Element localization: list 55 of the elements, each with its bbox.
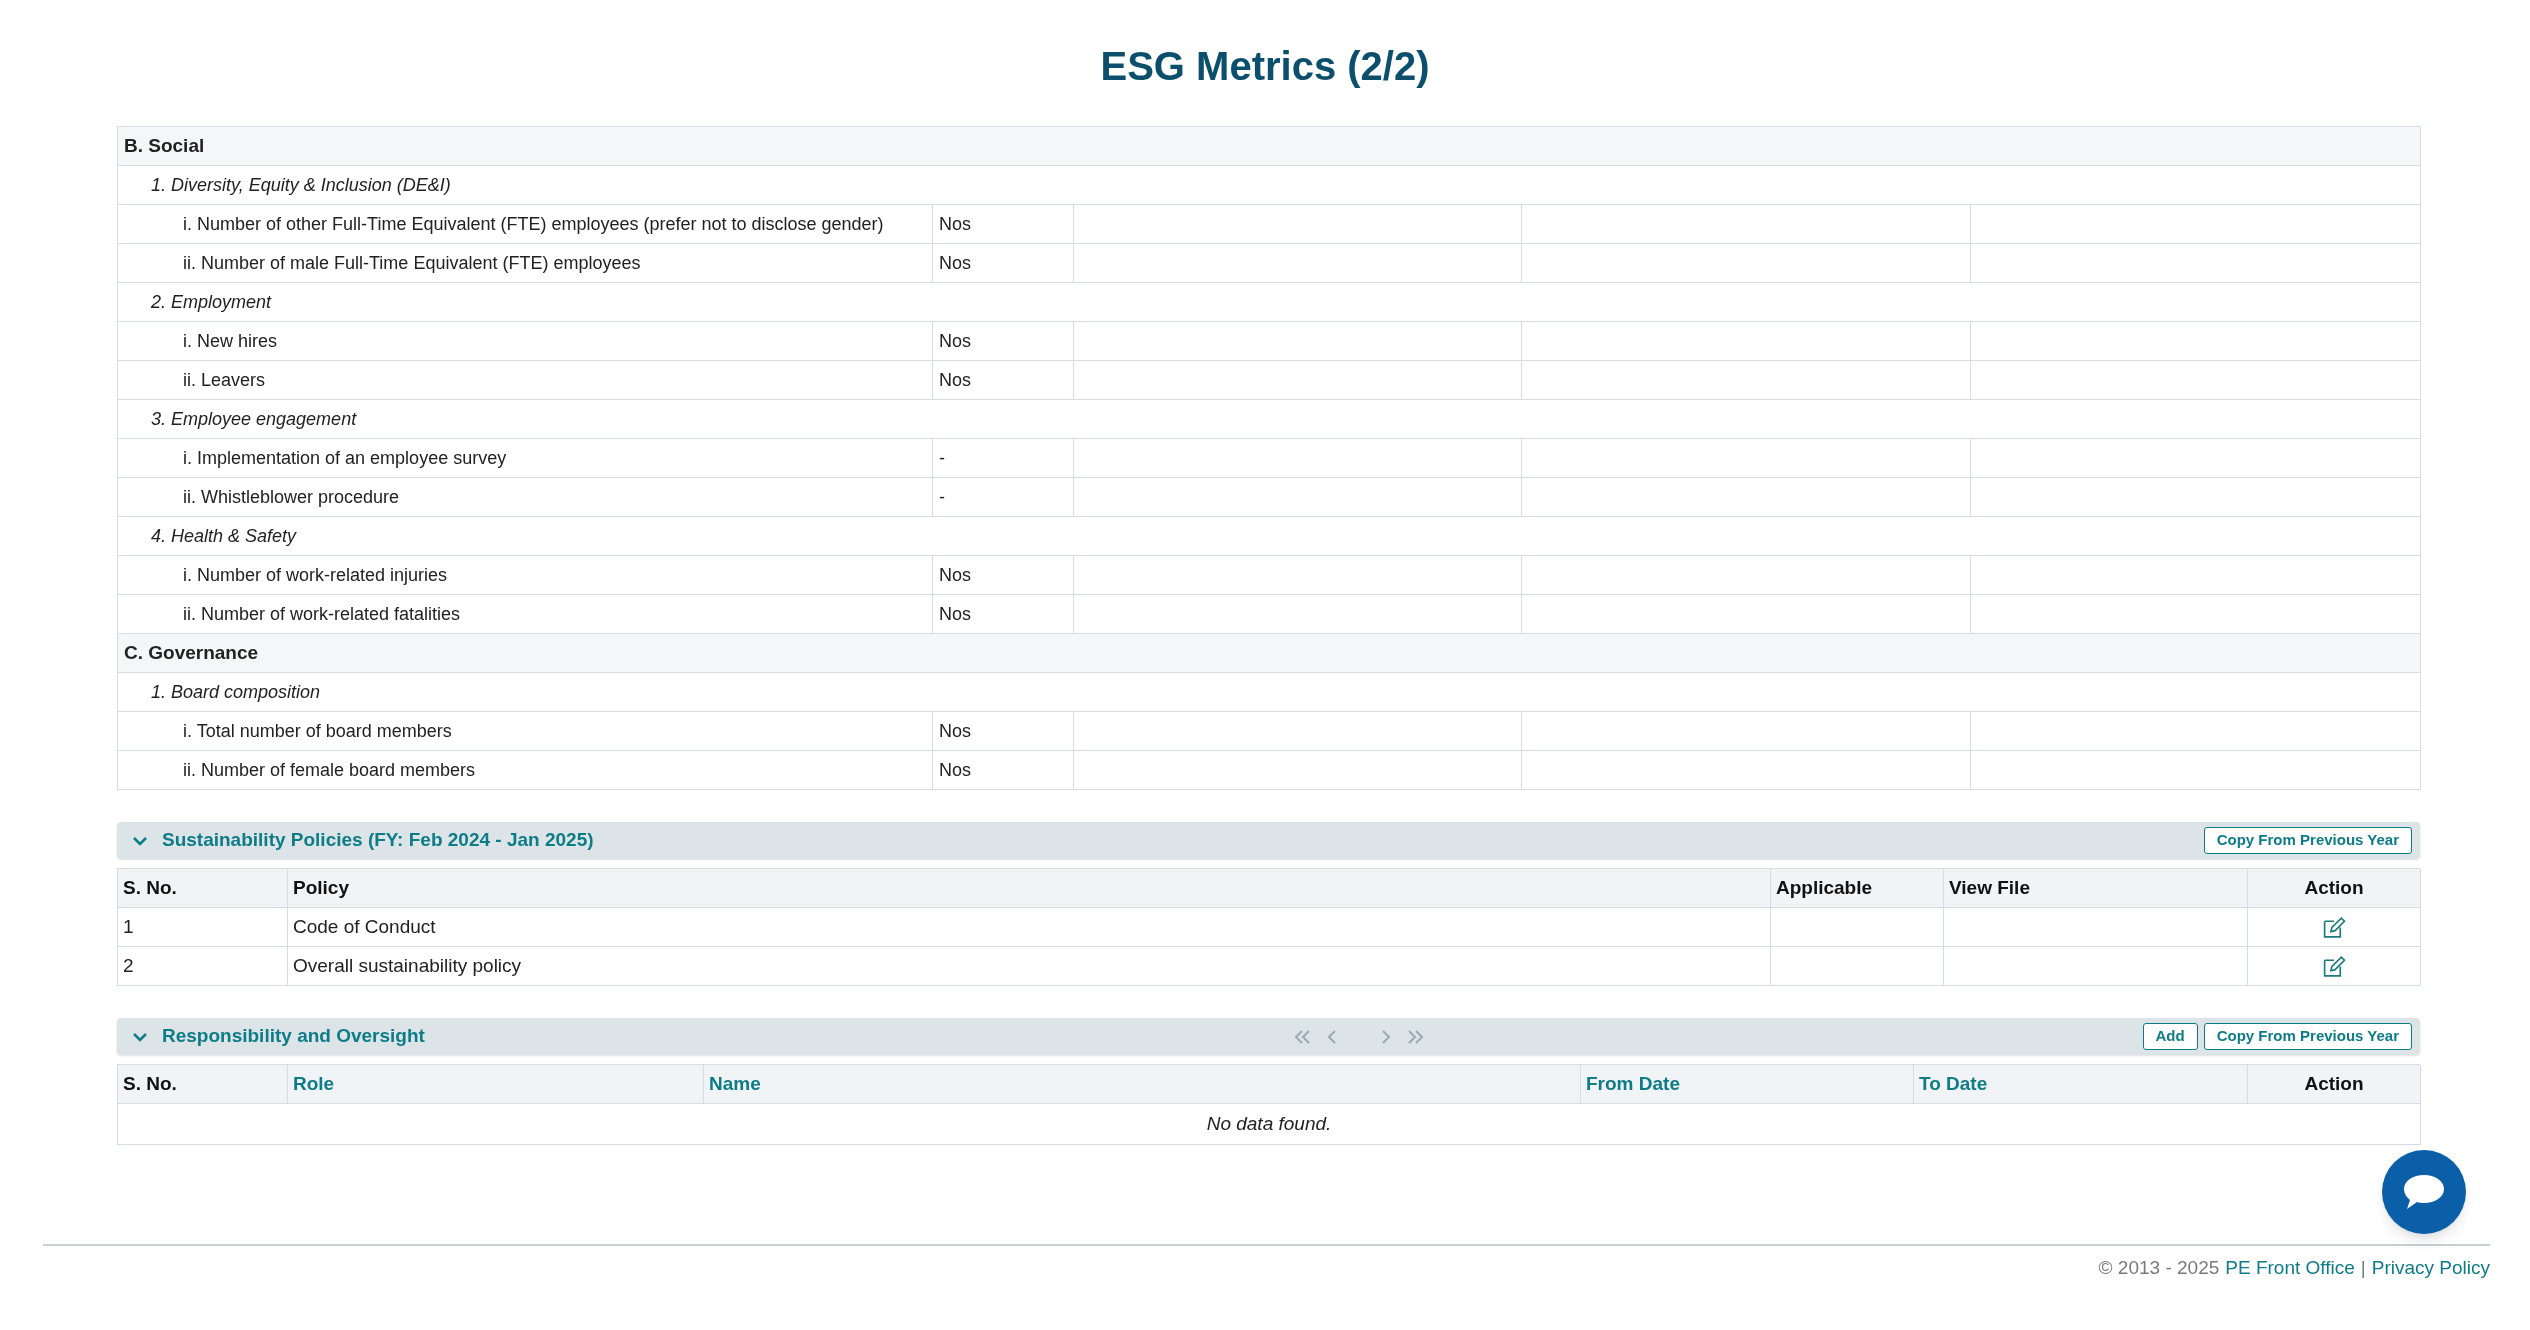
speech-bubble-icon: [2402, 1173, 2446, 1211]
separator-text: |: [2360, 1256, 2366, 1280]
metric-label: i. New hires: [183, 329, 278, 353]
metric-label: ii. Whistleblower procedure: [183, 485, 400, 509]
section-title: Responsibility and Oversight: [162, 1024, 425, 1049]
group-heading: 3. Employee engagement: [151, 407, 357, 431]
page-title: ESG Metrics (2/2): [1100, 46, 1430, 86]
policy-name: Overall sustainability policy: [293, 953, 522, 978]
privacy-link[interactable]: Privacy Policy: [2371, 1254, 2490, 1283]
unit-label: Nos: [939, 758, 971, 782]
metric-label: ii. Number of work-related fatalities: [183, 602, 461, 626]
group-heading: 1. Diversity, Equity & Inclusion (DE&I): [151, 173, 451, 197]
metric-label: ii. Number of female board members: [183, 758, 476, 782]
column-header: Applicable: [1776, 875, 1873, 900]
unit-label: Nos: [939, 602, 971, 626]
metric-label: i. Number of work-related injuries: [183, 563, 448, 587]
edit-icon[interactable]: [2321, 954, 2347, 978]
metric-label: i. Number of other Full-Time Equivalent (FTE) employees (prefer not to disclose gender): [183, 212, 884, 236]
unit-label: Nos: [939, 719, 971, 743]
unit-label: -: [939, 485, 945, 509]
header-button[interactable]: Copy From Previous Year: [2203, 1023, 2412, 1050]
section-heading: C. Governance: [124, 640, 259, 665]
metric-label: i. Total number of board members: [183, 719, 452, 743]
group-heading: 2. Employment: [151, 290, 272, 314]
metric-label: ii. Leavers: [183, 368, 266, 392]
row-number: 1: [123, 914, 134, 939]
unit-label: Nos: [939, 368, 971, 392]
column-header: Action: [2304, 875, 2364, 900]
metric-label: i. Implementation of an employee survey: [183, 446, 507, 470]
section-heading: B. Social: [124, 133, 205, 158]
unit-label: Nos: [939, 251, 971, 275]
group-heading: 1. Board composition: [151, 680, 321, 704]
unit-label: -: [939, 446, 945, 470]
column-header: Action: [2304, 1071, 2364, 1096]
column-header[interactable]: Role: [293, 1069, 335, 1099]
column-header[interactable]: Name: [709, 1069, 761, 1099]
empty-message: No data found.: [1206, 1111, 1332, 1136]
metric-label: ii. Number of male Full-Time Equivalent (FTE) employees: [183, 251, 641, 275]
column-header: S. No.: [123, 875, 177, 900]
unit-label: Nos: [939, 212, 971, 236]
column-header: View File: [1949, 875, 2030, 900]
copyright-text: © 2013 - 2025: [2098, 1256, 2220, 1280]
unit-label: Nos: [939, 563, 971, 587]
header-button[interactable]: Add: [2142, 1023, 2198, 1050]
policy-name: Code of Conduct: [293, 914, 436, 939]
header-button[interactable]: Copy From Previous Year: [2203, 827, 2412, 854]
unit-label: Nos: [939, 329, 971, 353]
edit-icon[interactable]: [2321, 915, 2347, 939]
column-header[interactable]: To Date: [1919, 1069, 1988, 1099]
company-link[interactable]: PE Front Office: [2225, 1254, 2355, 1283]
group-heading: 4. Health & Safety: [151, 524, 297, 548]
column-header: S. No.: [123, 1071, 177, 1096]
row-number: 2: [123, 953, 134, 978]
column-header: Policy: [293, 875, 349, 900]
section-title: Sustainability Policies (FY: Feb 2024 - Jan 2025): [162, 828, 594, 853]
